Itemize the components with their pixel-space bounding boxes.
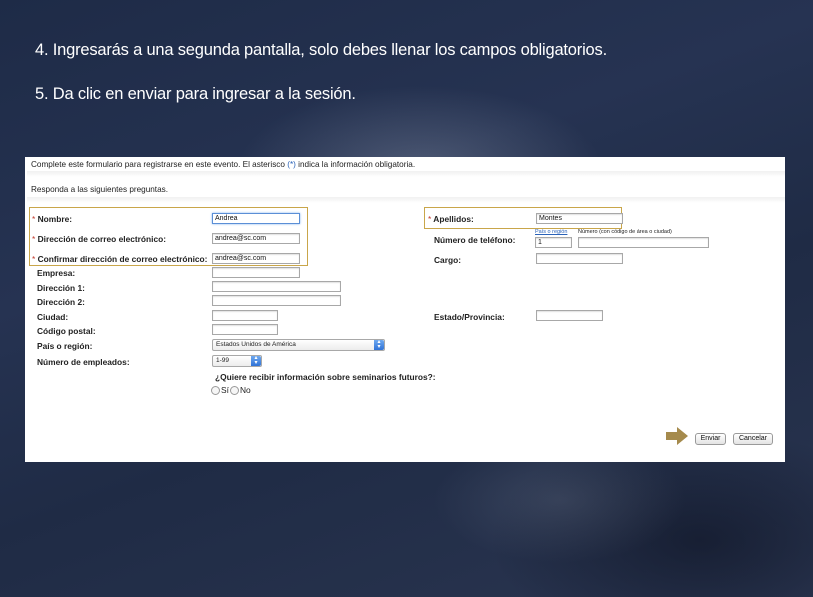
estado-input[interactable] <box>536 310 603 321</box>
seminar-question: ¿Quiere recibir información sobre semina… <box>215 372 436 382</box>
form-intro-end: indica la información obligatoria. <box>298 160 416 169</box>
required-star: * <box>32 214 36 224</box>
empleados-select-value: 1-99 <box>216 357 230 364</box>
divider <box>27 171 785 177</box>
form-intro-text: Complete este formulario para registrars… <box>31 160 285 169</box>
cargo-input[interactable] <box>536 253 623 264</box>
phone-number-input[interactable] <box>578 237 709 248</box>
empleados-select[interactable]: 1-99 ▴ ▾ <box>212 355 262 367</box>
label-confirm-email: * Confirmar dirección de correo electrón… <box>32 254 207 264</box>
radio-no[interactable] <box>230 386 239 395</box>
label-email-text: Dirección de correo electrónico: <box>37 234 167 244</box>
select-arrows-icon: ▴ ▾ <box>374 339 384 350</box>
codigo-postal-input[interactable] <box>212 324 278 335</box>
registration-form: Complete este formulario para registrars… <box>25 157 785 462</box>
cancel-button[interactable]: Cancelar <box>733 433 773 445</box>
instruction-step-5: 5. Da clic en enviar para ingresar a la … <box>35 85 356 103</box>
direccion1-input[interactable] <box>212 281 341 292</box>
radio-no-label: No <box>240 385 251 395</box>
label-direccion2: Dirección 2: <box>37 297 85 307</box>
radio-si[interactable] <box>211 386 220 395</box>
form-intro: Complete este formulario para registrars… <box>31 160 415 169</box>
confirm-email-input[interactable]: andrea@sc.com <box>212 253 300 264</box>
label-ciudad: Ciudad: <box>37 312 69 322</box>
label-confirm-email-text: Confirmar dirección de correo electrónic… <box>37 254 208 264</box>
email-input[interactable]: andrea@sc.com <box>212 233 300 244</box>
submit-button[interactable]: Enviar <box>695 433 726 445</box>
pais-select-value: Estados Unidos de América <box>216 341 296 348</box>
label-pais: País o región: <box>37 341 93 351</box>
label-estado: Estado/Provincia: <box>434 312 505 322</box>
label-nombre: * Nombre: <box>32 214 72 224</box>
required-star: * <box>32 234 36 244</box>
direccion2-input[interactable] <box>212 295 341 306</box>
form-prompt: Responda a las siguientes preguntas. <box>31 185 169 194</box>
ciudad-input[interactable] <box>212 310 278 321</box>
phone-hint-region: País o región <box>535 229 568 235</box>
pais-select[interactable]: Estados Unidos de América ▴ ▾ <box>212 339 385 351</box>
empresa-input[interactable] <box>212 267 300 278</box>
required-star: * <box>32 254 36 264</box>
required-star: * <box>428 214 432 224</box>
nombre-input[interactable]: Andrea <box>212 213 300 224</box>
label-apellidos-text: Apellidos: <box>433 214 474 224</box>
select-arrows-icon: ▴ ▾ <box>251 355 261 366</box>
radio-si-label: Sí <box>221 385 229 395</box>
label-apellidos: * Apellidos: <box>428 214 474 224</box>
label-codigo-postal: Código postal: <box>37 326 96 336</box>
label-empresa: Empresa: <box>37 268 76 278</box>
label-cargo: Cargo: <box>434 255 461 265</box>
label-empleados: Número de empleados: <box>37 357 130 367</box>
instruction-step-4: 4. Ingresarás a una segunda pantalla, so… <box>35 41 607 59</box>
label-nombre-text: Nombre: <box>37 214 73 224</box>
label-telefono: Número de teléfono: <box>434 235 516 245</box>
pointing-arrow-icon <box>666 427 688 445</box>
phone-hint-number: Número (con código de área o ciudad) <box>578 229 672 235</box>
label-direccion1: Dirección 1: <box>37 283 85 293</box>
phone-country-input[interactable]: 1 <box>535 237 572 248</box>
apellidos-input[interactable]: Montes <box>536 213 623 224</box>
divider <box>27 197 785 203</box>
required-legend-star: (*) <box>287 160 296 169</box>
label-email: * Dirección de correo electrónico: <box>32 234 166 244</box>
